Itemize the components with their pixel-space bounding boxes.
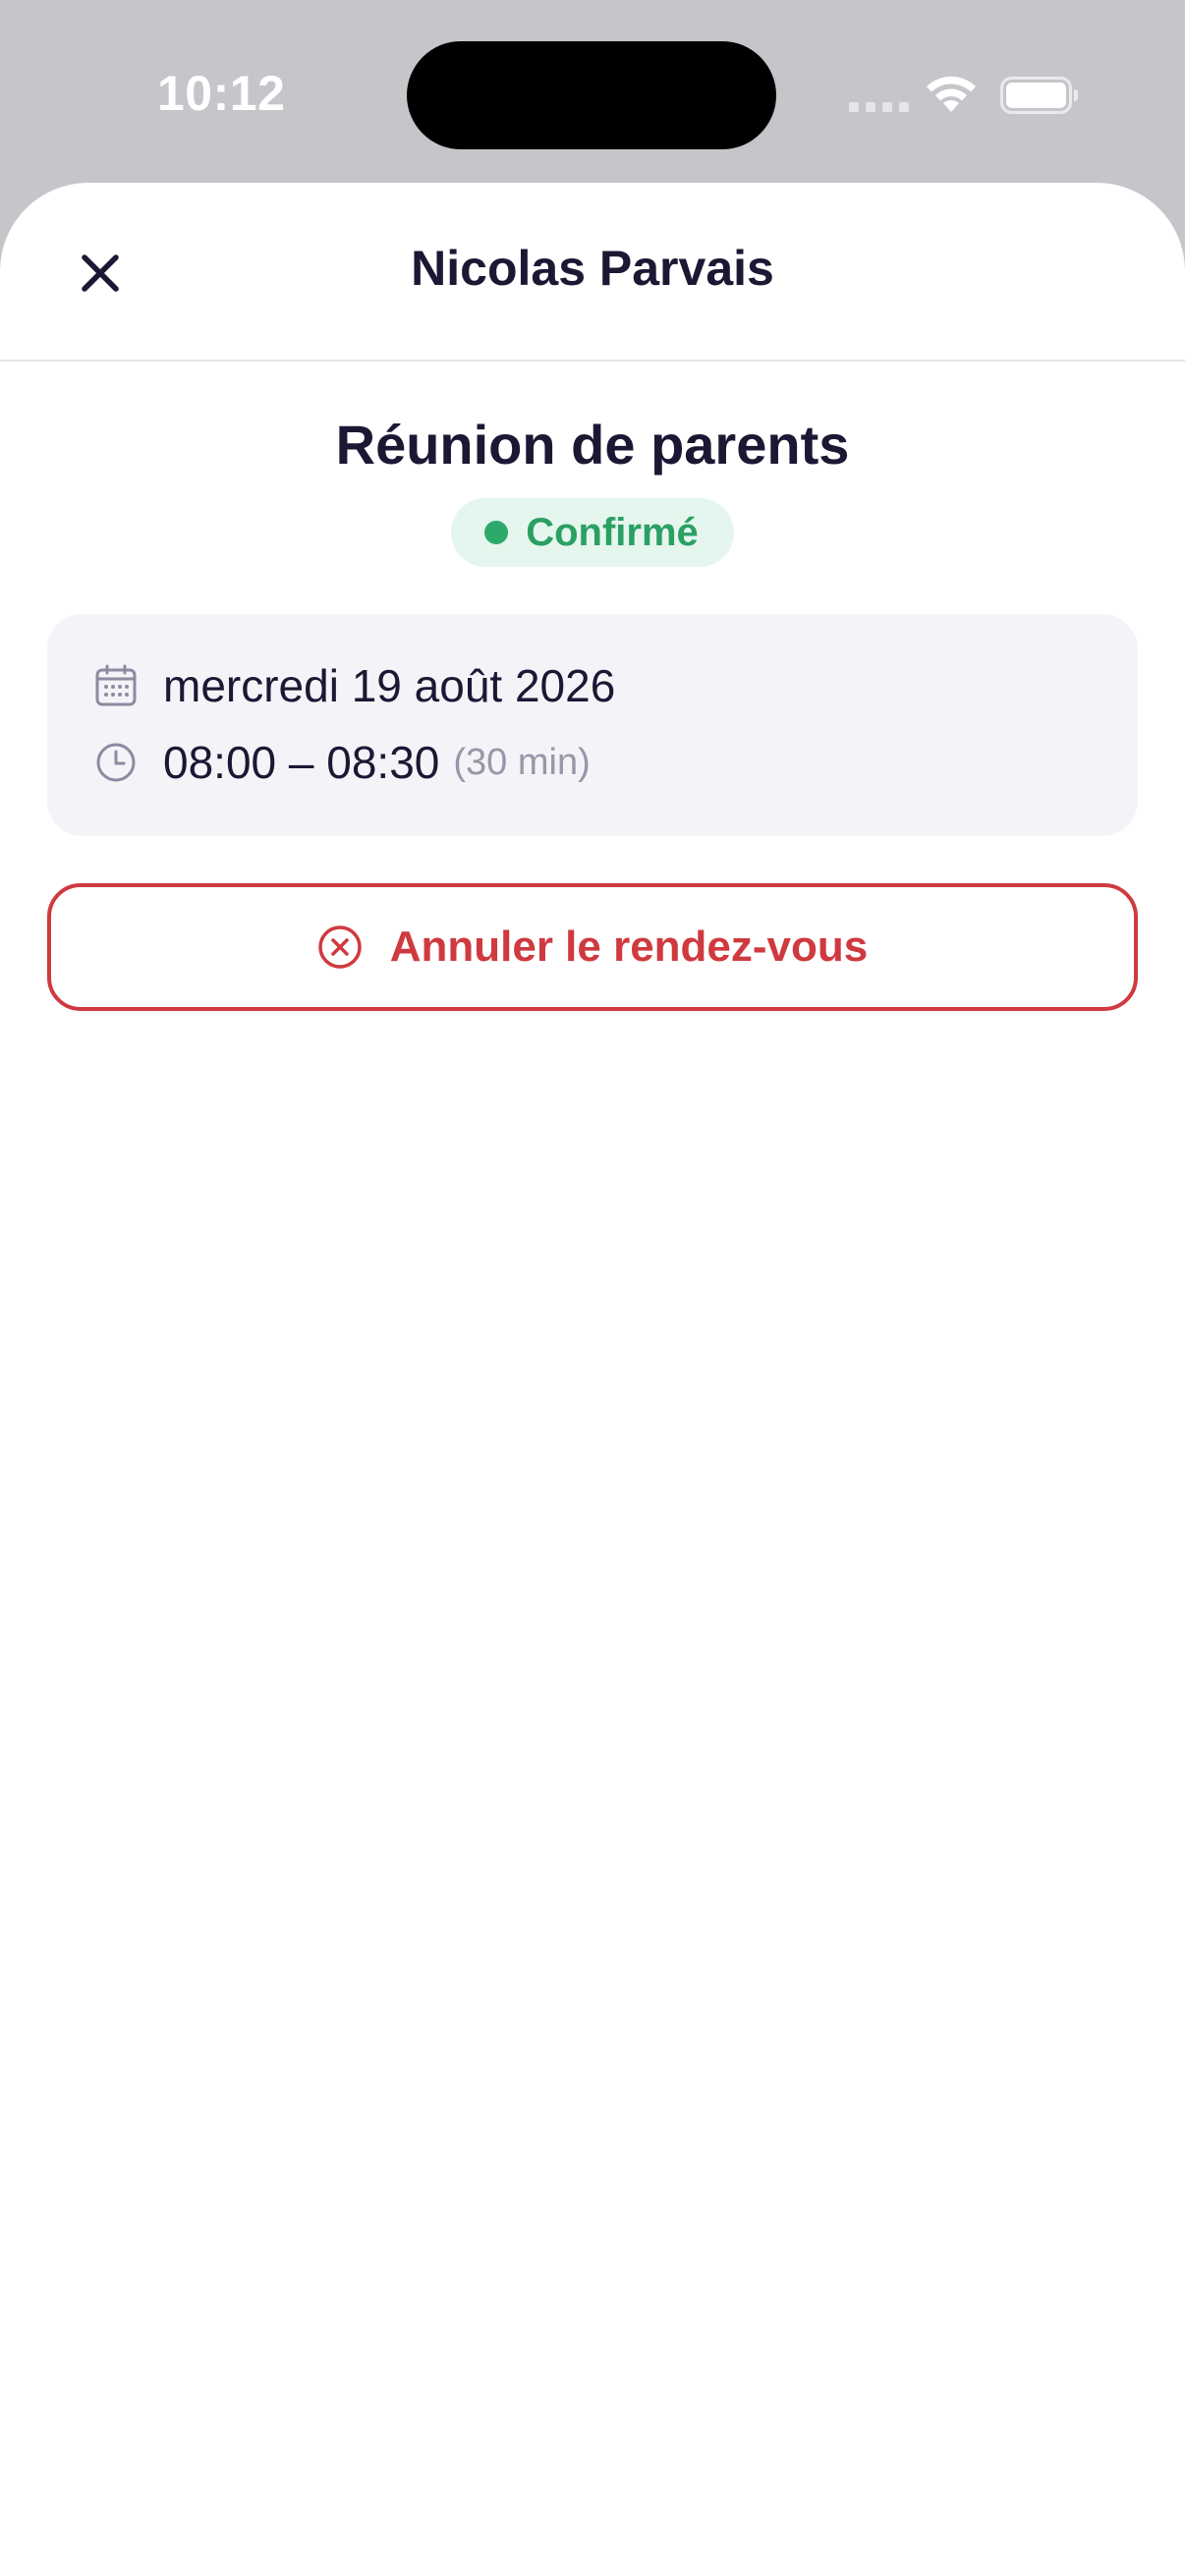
- appointment-date: mercredi 19 août 2026: [163, 660, 616, 711]
- status-badge-row: Confirmé: [0, 498, 1185, 567]
- wifi-icon: [927, 76, 976, 112]
- clock-icon: [94, 741, 138, 784]
- appointment-duration: (30 min): [453, 741, 591, 783]
- time-row: 08:00 – 08:30 (30 min): [94, 736, 591, 789]
- battery-icon: [1000, 77, 1078, 114]
- appointment-details-card: mercredi 19 août 2026 08:00 – 08:30 (30 …: [47, 614, 1138, 836]
- status-dot-icon: [484, 521, 509, 544]
- event-title: Réunion de parents: [335, 414, 850, 476]
- calendar-icon: [94, 664, 138, 707]
- status-time: 10:12: [157, 66, 286, 121]
- cancel-circle-icon: [317, 924, 363, 970]
- cancel-appointment-button[interactable]: Annuler le rendez-vous: [47, 883, 1138, 1011]
- status-badge: Confirmé: [451, 498, 734, 567]
- status-bar: 10:12: [0, 0, 1185, 183]
- status-badge-label: Confirmé: [526, 510, 699, 554]
- appointment-time-range: 08:00 – 08:30: [163, 737, 440, 788]
- cellular-signal-icon: [849, 102, 909, 112]
- sheet-title: Nicolas Parvais: [411, 241, 774, 296]
- dynamic-island: [407, 41, 776, 149]
- date-row: mercredi 19 août 2026: [94, 659, 615, 712]
- appointment-sheet: Nicolas Parvais Réunion de parents Confi…: [0, 183, 1185, 2576]
- cancel-appointment-label: Annuler le rendez-vous: [389, 923, 869, 971]
- sheet-header: Nicolas Parvais: [0, 183, 1185, 362]
